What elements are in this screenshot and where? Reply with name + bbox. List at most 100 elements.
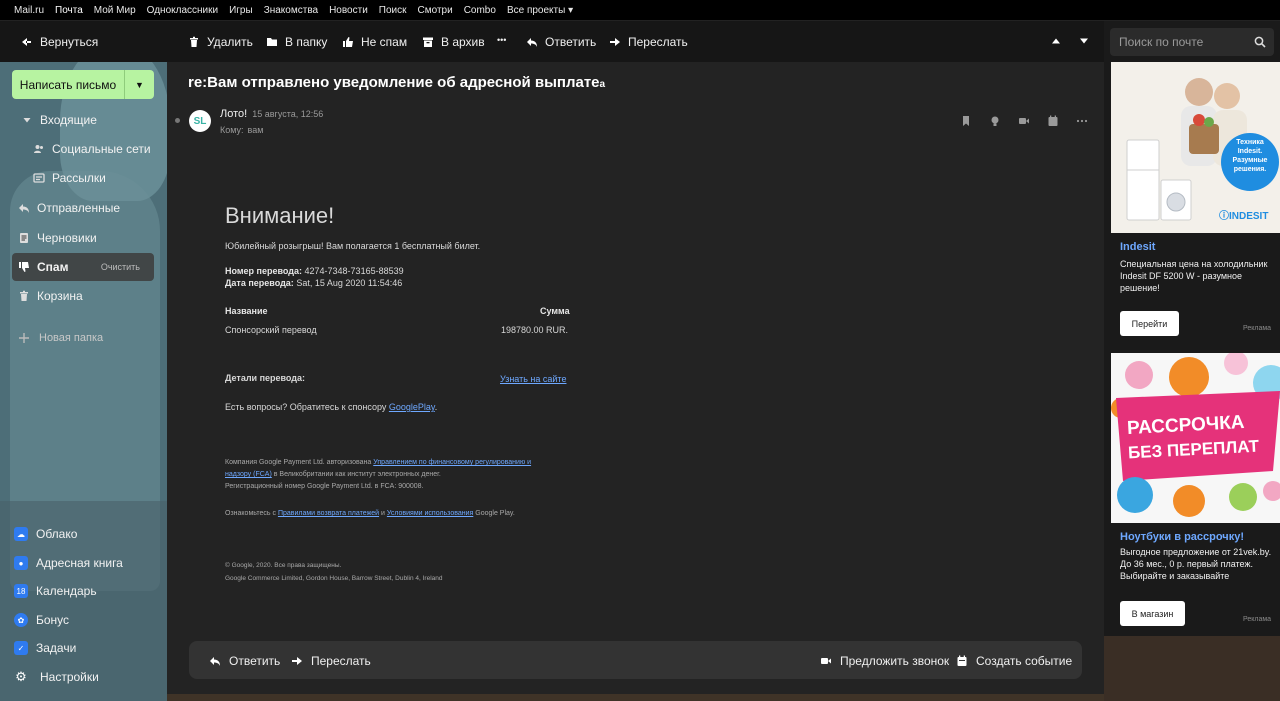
ad-title-installment[interactable]: Ноутбуки в рассрочку! [1120, 531, 1244, 543]
service-calendar[interactable]: 18 Календарь [14, 580, 97, 602]
reply-icon [209, 655, 221, 667]
background-art-corner [1104, 636, 1280, 701]
not-spam-button[interactable]: Не спам [342, 35, 407, 49]
footer-forward-button[interactable]: Переслать [291, 654, 371, 668]
ad-button-shop[interactable]: В магазин [1120, 601, 1185, 626]
more-button[interactable]: ••• [497, 35, 506, 45]
background-art-bottom [167, 694, 1104, 701]
ad-image-installment[interactable]: РАССРОЧКА БЕЗ ПЕРЕПЛАТ [1111, 353, 1280, 523]
ad-image-indesit[interactable]: Техника Indesit. Разумные решения. ⓘINDE… [1111, 62, 1280, 233]
sidebar-item-label: Входящие [40, 113, 97, 127]
sidebar-item-label: Новая папка [39, 332, 104, 344]
fca-link[interactable]: Управлением по финансовому регулированию… [373, 459, 531, 466]
clear-spam-button[interactable]: Очистить [101, 262, 140, 272]
portal-link-games[interactable]: Игры [229, 5, 253, 16]
service-label: Облако [36, 527, 78, 541]
service-settings[interactable]: ⚙ Настройки [14, 666, 99, 688]
search-icon[interactable] [1254, 36, 1266, 48]
sidebar-item-sent[interactable]: Отправленные [12, 194, 154, 222]
footer-reply-button[interactable]: Ответить [209, 654, 280, 668]
service-bonus[interactable]: ✿ Бонус [14, 609, 69, 631]
table-header-sum: Сумма [540, 306, 570, 316]
compose-dropdown-button[interactable]: ▼ [125, 70, 154, 99]
transfer-number-row: Номер перевода: 4274-7348-73165-88539 [225, 266, 404, 276]
more-dots-icon[interactable] [1076, 115, 1088, 127]
compose-button[interactable]: Написать письмо [12, 70, 125, 99]
sidebar-new-folder[interactable]: Новая папка [12, 324, 154, 352]
portal-link-news[interactable]: Новости [329, 5, 368, 16]
compose-button-group: Написать письмо ▼ [12, 70, 154, 99]
lightbulb-icon[interactable] [989, 115, 1001, 127]
googleplay-link[interactable]: GooglePlay [389, 402, 435, 412]
back-button[interactable]: Вернуться [20, 35, 98, 49]
sidebar-item-spam[interactable]: Спам Очистить [12, 253, 154, 281]
ad-title-indesit[interactable]: Indesit [1120, 241, 1155, 253]
legal-line-3: Регистрационный номер Google Payment Ltd… [225, 483, 424, 490]
portal-link-mail[interactable]: Почта [55, 5, 83, 16]
forward-button[interactable]: Переслать [609, 35, 688, 49]
email-heading: Внимание! [225, 203, 335, 228]
service-label: Задачи [36, 641, 77, 655]
portal-link-mailru[interactable]: Mail.ru [14, 5, 44, 16]
next-message-button[interactable] [1078, 35, 1090, 47]
ad-text-installment[interactable]: Выгодное предложение от 21vek.by. До 36 … [1120, 546, 1276, 582]
propose-call-button[interactable]: Предложить звонок [820, 654, 949, 668]
sidebar-item-newsletters[interactable]: Рассылки [12, 164, 154, 192]
sidebar-item-inbox[interactable]: Входящие [12, 106, 154, 134]
portal-link-dating[interactable]: Знакомства [264, 5, 318, 16]
forward-arrow-icon [291, 655, 303, 667]
fca-link-2[interactable]: надзору (FCA) [225, 471, 272, 478]
portal-link-watch[interactable]: Смотри [418, 5, 453, 16]
mail-search [1110, 28, 1274, 56]
search-input[interactable] [1119, 35, 1249, 49]
sender-name[interactable]: Лото! [220, 108, 247, 120]
ad-label: Реклама [1243, 325, 1272, 332]
refund-rules-link[interactable]: Правилами возврата платежей [278, 510, 379, 517]
caret-down-icon [21, 114, 33, 126]
ad-text-indesit[interactable]: Специальная цена на холодильник Indesit … [1120, 258, 1276, 294]
ad-image-text: Техника Indesit. Разумные решения. [1232, 139, 1268, 173]
ad-button-go[interactable]: Перейти [1120, 311, 1179, 336]
calendar-icon[interactable] [1047, 115, 1059, 127]
calendar-icon [956, 655, 968, 667]
reply-button[interactable]: Ответить [526, 35, 596, 49]
calendar-icon: 18 [14, 584, 28, 598]
move-to-folder-button[interactable]: В папку [266, 35, 327, 49]
portal-link-search[interactable]: Поиск [379, 5, 407, 16]
sidebar-item-label: Черновики [37, 231, 97, 245]
video-camera-icon[interactable] [1018, 115, 1030, 127]
sidebar-item-drafts[interactable]: Черновики [12, 224, 154, 252]
portal-link-ok[interactable]: Одноклассники [147, 5, 218, 16]
unread-dot[interactable] [175, 118, 180, 123]
delete-button[interactable]: Удалить [188, 35, 253, 49]
checkbox-icon: ✓ [14, 641, 28, 655]
copyright: © Google, 2020. Все права защищены. [225, 562, 342, 569]
service-tasks[interactable]: ✓ Задачи [14, 637, 76, 659]
contacts-icon: ● [14, 556, 28, 570]
portal-link-combo[interactable]: Combo [464, 5, 496, 16]
bookmark-icon[interactable] [960, 115, 972, 127]
archive-button[interactable]: В архив [422, 35, 485, 49]
triangle-up-icon [1050, 35, 1062, 47]
prev-message-button[interactable] [1050, 35, 1062, 47]
arrow-left-icon [20, 36, 32, 48]
reply-icon [526, 36, 538, 48]
to-value: вам [247, 125, 264, 135]
avatar[interactable]: SL [189, 110, 211, 132]
service-contacts[interactable]: ● Адресная книга [14, 552, 123, 574]
sidebar-item-trash[interactable]: Корзина [12, 282, 154, 310]
thumbs-up-icon [342, 36, 354, 48]
service-cloud[interactable]: ☁ Облако [14, 523, 77, 545]
terms-link[interactable]: Условиями использования [387, 510, 473, 517]
portal-link-myworld[interactable]: Мой Мир [94, 5, 136, 16]
plus-icon [18, 332, 30, 344]
create-event-button[interactable]: Создать событие [956, 654, 1072, 668]
legal-line-1: Компания Google Payment Ltd. авторизован… [225, 459, 532, 466]
details-link[interactable]: Узнать на сайте [500, 374, 566, 384]
cloud-icon: ☁ [14, 527, 28, 541]
sidebar-item-label: Корзина [37, 289, 83, 303]
thumbs-down-icon [18, 261, 30, 273]
portal-link-all-projects[interactable]: Все проекты ▾ [507, 5, 573, 16]
archive-label: В архив [441, 35, 485, 49]
sidebar-item-social[interactable]: Социальные сети [12, 135, 154, 163]
